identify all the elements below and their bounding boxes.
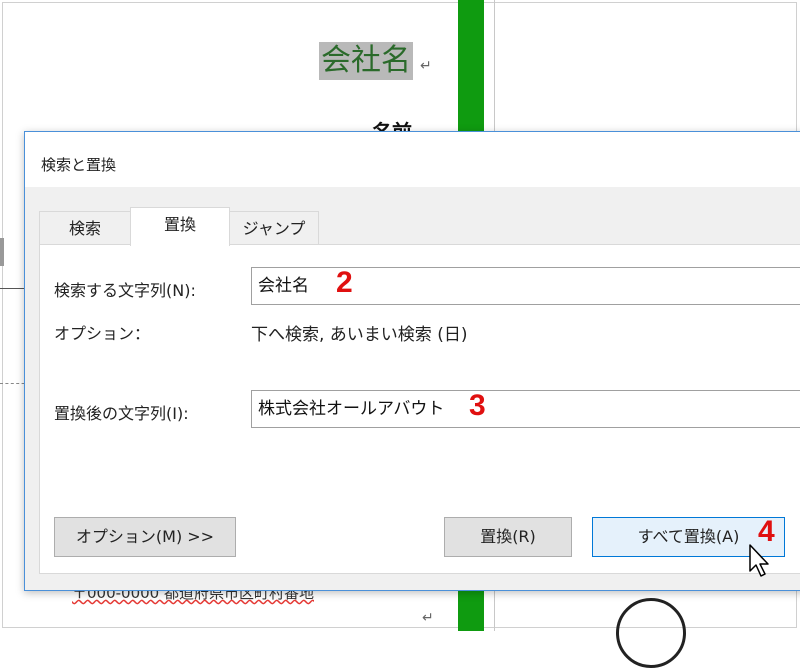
options-label: オプション： (54, 324, 151, 343)
find-replace-dialog: 検索と置換 検索 置換 ジャンプ 検索する文字列(N): 会社名 2 オプション… (24, 131, 800, 591)
replace-tab-panel: 検索する文字列(N): 会社名 2 オプション： 下へ検索, あいまい検索 (日… (39, 244, 800, 574)
document-company-text[interactable]: 会社名 (319, 42, 413, 80)
paragraph-mark: ↵ (422, 610, 434, 626)
paragraph-mark: ↵ (420, 58, 432, 74)
margin-mark (0, 238, 4, 266)
mouse-pointer-icon (749, 544, 769, 577)
replace-all-label: すべて置換(A) (637, 527, 740, 546)
globe-logo-icon (616, 598, 686, 668)
find-label: 検索する文字列(N): (54, 281, 196, 300)
tab-find[interactable]: 検索 (39, 211, 131, 245)
find-input-value: 会社名 (258, 276, 309, 296)
tab-jump[interactable]: ジャンプ (229, 211, 319, 245)
tab-replace[interactable]: 置換 (130, 207, 230, 246)
dialog-title: 検索と置換 (41, 156, 117, 174)
options-button[interactable]: オプション(M) >> (54, 517, 236, 557)
replace-input-value: 株式会社オールアバウト (258, 399, 445, 419)
options-value: 下へ検索, あいまい検索 (日) (251, 325, 468, 345)
margin-line (0, 288, 24, 289)
find-input[interactable]: 会社名 (251, 267, 800, 305)
step-2-marker: 2 (336, 266, 353, 299)
replace-button[interactable]: 置換(R) (444, 517, 572, 557)
replace-label: 置換後の文字列(I): (54, 404, 189, 423)
step-3-marker: 3 (469, 389, 486, 422)
replace-input[interactable]: 株式会社オールアバウト (251, 390, 800, 428)
dialog-titlebar[interactable]: 検索と置換 (25, 132, 800, 187)
